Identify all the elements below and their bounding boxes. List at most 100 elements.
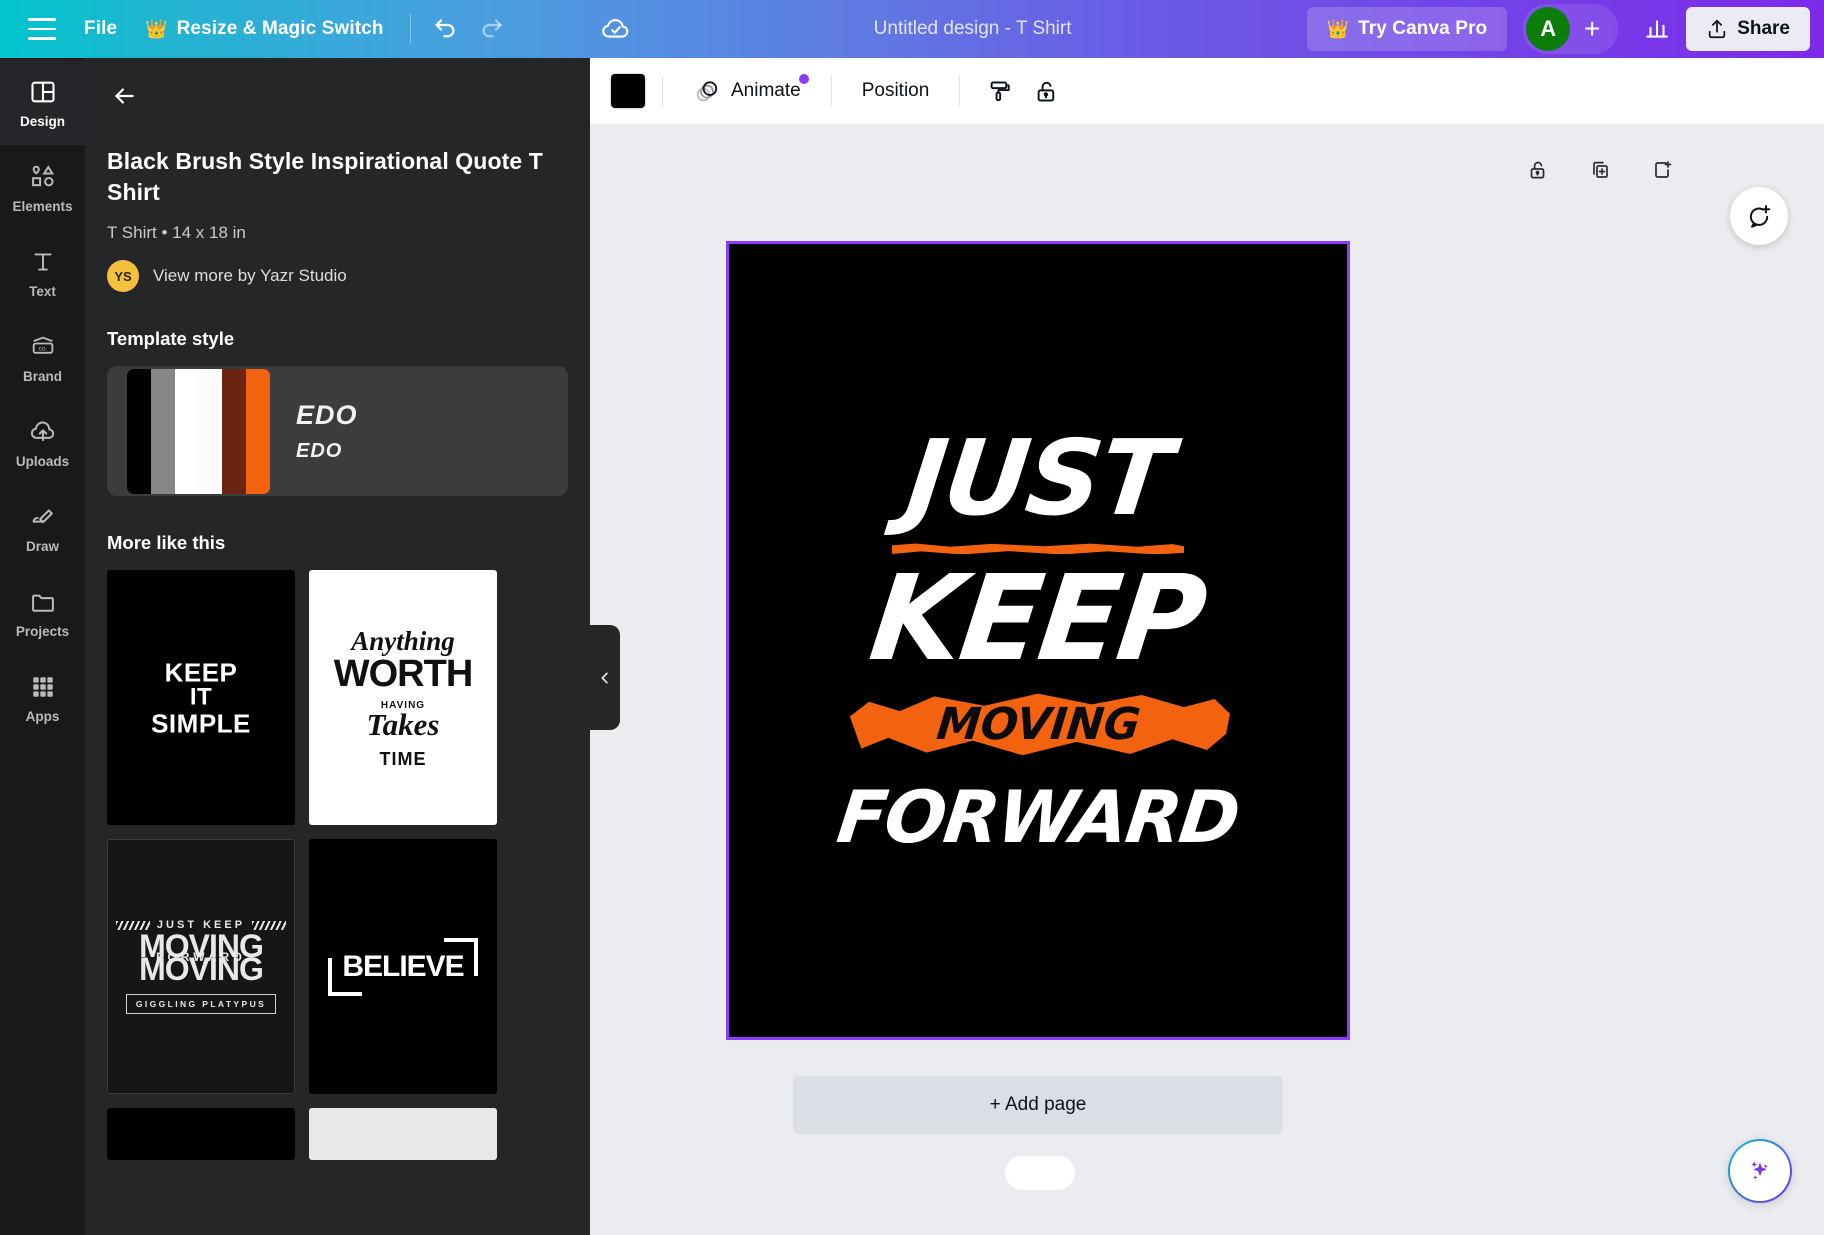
animate-shapes-icon bbox=[696, 81, 718, 102]
canvas-area[interactable]: JUST KEEP MOVING FORWARD + Add page bbox=[590, 124, 1824, 1235]
crown-icon-pro: 👑 bbox=[1326, 19, 1350, 39]
template-grid: KEEP IT SIMPLE Anything WORTH HAVING Tak… bbox=[107, 570, 568, 1161]
swatch-4 bbox=[222, 368, 247, 494]
style-font-heading: EDO bbox=[296, 399, 358, 430]
svg-text:co.: co. bbox=[38, 345, 47, 352]
main-menu-button[interactable] bbox=[14, 8, 70, 50]
toolbar-divider-3 bbox=[959, 75, 961, 107]
template-thumb-anything-worth-having[interactable]: Anything WORTH HAVING Takes TIME bbox=[309, 570, 497, 826]
crown-icon: 👑 bbox=[145, 19, 168, 39]
design-panel: Black Brush Style Inspirational Quote T … bbox=[85, 58, 590, 1235]
template-style-card[interactable]: EDO EDO bbox=[107, 366, 568, 497]
resize-magic-switch-button[interactable]: 👑 Resize & Magic Switch bbox=[131, 8, 397, 50]
template-thumb-just-keep-moving-forward[interactable]: JUST KEEP MOVING FORWARD MOVING GIGGLING… bbox=[107, 839, 295, 1095]
bar-chart-icon bbox=[1646, 20, 1668, 38]
thumb-line-5: TIME bbox=[379, 748, 427, 769]
template-thumb-partial-5[interactable] bbox=[107, 1108, 295, 1161]
more-like-this-heading: More like this bbox=[107, 532, 226, 554]
design-word-forward[interactable]: FORWARD bbox=[833, 775, 1243, 859]
lock-button[interactable] bbox=[1023, 69, 1070, 113]
page-tools bbox=[1522, 154, 1678, 186]
top-toolbar: File 👑 Resize & Magic Switch Untitled de… bbox=[0, 0, 1824, 58]
design-artwork: JUST KEEP MOVING FORWARD bbox=[729, 244, 1347, 1037]
document-title[interactable]: Untitled design - T Shirt bbox=[639, 18, 1307, 40]
brand-card-icon: co. bbox=[28, 332, 58, 362]
thumb-line-4: Takes bbox=[366, 706, 440, 742]
share-button[interactable]: Share bbox=[1686, 7, 1810, 51]
template-thumb-keep-it-simple[interactable]: KEEP IT SIMPLE bbox=[107, 570, 295, 826]
color-swatches bbox=[127, 368, 270, 494]
thumb-line-1: KEEP bbox=[164, 656, 238, 687]
page-lock-button[interactable] bbox=[1522, 154, 1554, 186]
sidebar-item-uploads[interactable]: Uploads bbox=[0, 400, 85, 485]
cloud-saved-button[interactable] bbox=[593, 6, 639, 52]
sidebar-item-draw[interactable]: Draw bbox=[0, 485, 85, 570]
sidebar-label-text: Text bbox=[29, 283, 56, 299]
color-swatch-button[interactable] bbox=[610, 73, 646, 109]
style-font-body: EDO bbox=[296, 439, 343, 462]
thumb-line-2: IT bbox=[189, 683, 213, 711]
animate-button[interactable]: Animate bbox=[679, 69, 815, 113]
author-avatar: YS bbox=[107, 260, 139, 293]
redo-button[interactable] bbox=[469, 6, 515, 52]
thumb-line-1: BELIEVE bbox=[328, 937, 479, 996]
editor-area: Animate Position JUST KEEP MOVING FORWAR… bbox=[590, 58, 1824, 1235]
sidebar-item-elements[interactable]: Elements bbox=[0, 145, 85, 230]
author-name: View more by Yazr Studio bbox=[153, 266, 347, 286]
collapse-panel-button[interactable] bbox=[590, 625, 620, 730]
sidebar-label-apps: Apps bbox=[25, 708, 60, 724]
sidebar-item-apps[interactable]: Apps bbox=[0, 655, 85, 740]
file-menu-button[interactable]: File bbox=[70, 8, 131, 50]
share-label: Share bbox=[1737, 18, 1790, 39]
template-thumb-partial-6[interactable] bbox=[309, 1108, 497, 1161]
design-word-moving[interactable]: MOVING bbox=[934, 699, 1142, 750]
chevron-left-icon bbox=[601, 672, 608, 683]
duplicate-page-button[interactable] bbox=[1584, 154, 1616, 186]
design-word-keep[interactable]: KEEP bbox=[864, 549, 1212, 687]
undo-button[interactable] bbox=[423, 6, 469, 52]
undo-icon bbox=[435, 18, 455, 37]
swatch-3 bbox=[198, 368, 223, 494]
sidebar-label-uploads: Uploads bbox=[15, 453, 70, 469]
thumb-line-2: WORTH bbox=[333, 652, 474, 695]
magic-sparkle-icon bbox=[1751, 1161, 1768, 1180]
template-meta: T Shirt • 14 x 18 in bbox=[107, 223, 246, 243]
add-page-button-top[interactable] bbox=[1646, 154, 1678, 186]
pro-badge-dot bbox=[796, 72, 811, 86]
avatar[interactable]: A bbox=[1526, 7, 1571, 51]
template-thumb-believe[interactable]: BELIEVE bbox=[309, 839, 497, 1095]
try-canva-pro-button[interactable]: 👑 Try Canva Pro bbox=[1306, 7, 1508, 51]
sidebar-label-elements: Elements bbox=[12, 198, 73, 214]
thumb-artwork: Anything WORTH HAVING Takes TIME bbox=[309, 570, 497, 825]
sidebar-label-draw: Draw bbox=[25, 538, 59, 554]
sidebar-label-projects: Projects bbox=[15, 623, 70, 639]
thumb-line-4: MOVING bbox=[139, 950, 264, 987]
add-comment-button[interactable] bbox=[1730, 187, 1788, 245]
author-link[interactable]: YS View more by Yazr Studio bbox=[107, 260, 568, 293]
toolbar-divider bbox=[409, 14, 411, 44]
add-page-button[interactable]: + Add page bbox=[793, 1076, 1283, 1134]
try-canva-pro-label: Try Canva Pro bbox=[1358, 18, 1488, 39]
paint-roller-button[interactable] bbox=[976, 69, 1023, 113]
sidebar-item-brand[interactable]: co. Brand bbox=[0, 315, 85, 400]
toolbar-divider bbox=[662, 75, 663, 107]
design-page[interactable]: JUST KEEP MOVING FORWARD bbox=[726, 241, 1350, 1040]
panel-header bbox=[107, 58, 568, 134]
invite-members-button[interactable]: + bbox=[1572, 9, 1612, 49]
thumb-line-3: SIMPLE bbox=[151, 707, 251, 738]
position-button[interactable]: Position bbox=[848, 69, 944, 113]
design-word-just[interactable]: JUST bbox=[900, 417, 1176, 539]
sidebar-item-projects[interactable]: Projects bbox=[0, 570, 85, 655]
magic-studio-button[interactable] bbox=[1728, 1139, 1792, 1203]
text-t-icon bbox=[28, 247, 58, 277]
sidebar-item-design[interactable]: Design bbox=[0, 60, 85, 145]
resize-magic-switch-label: Resize & Magic Switch bbox=[176, 18, 384, 39]
thumb-artwork: KEEP IT SIMPLE bbox=[107, 659, 295, 737]
layout-icon bbox=[28, 77, 58, 107]
back-button[interactable] bbox=[101, 73, 147, 119]
left-rail: Design Elements Text co. Brand Uploads D… bbox=[0, 58, 85, 1235]
toolbar-divider-2 bbox=[830, 75, 832, 107]
sidebar-item-text[interactable]: Text bbox=[0, 230, 85, 315]
insights-button[interactable] bbox=[1634, 6, 1680, 52]
add-page-icon bbox=[1655, 161, 1672, 178]
